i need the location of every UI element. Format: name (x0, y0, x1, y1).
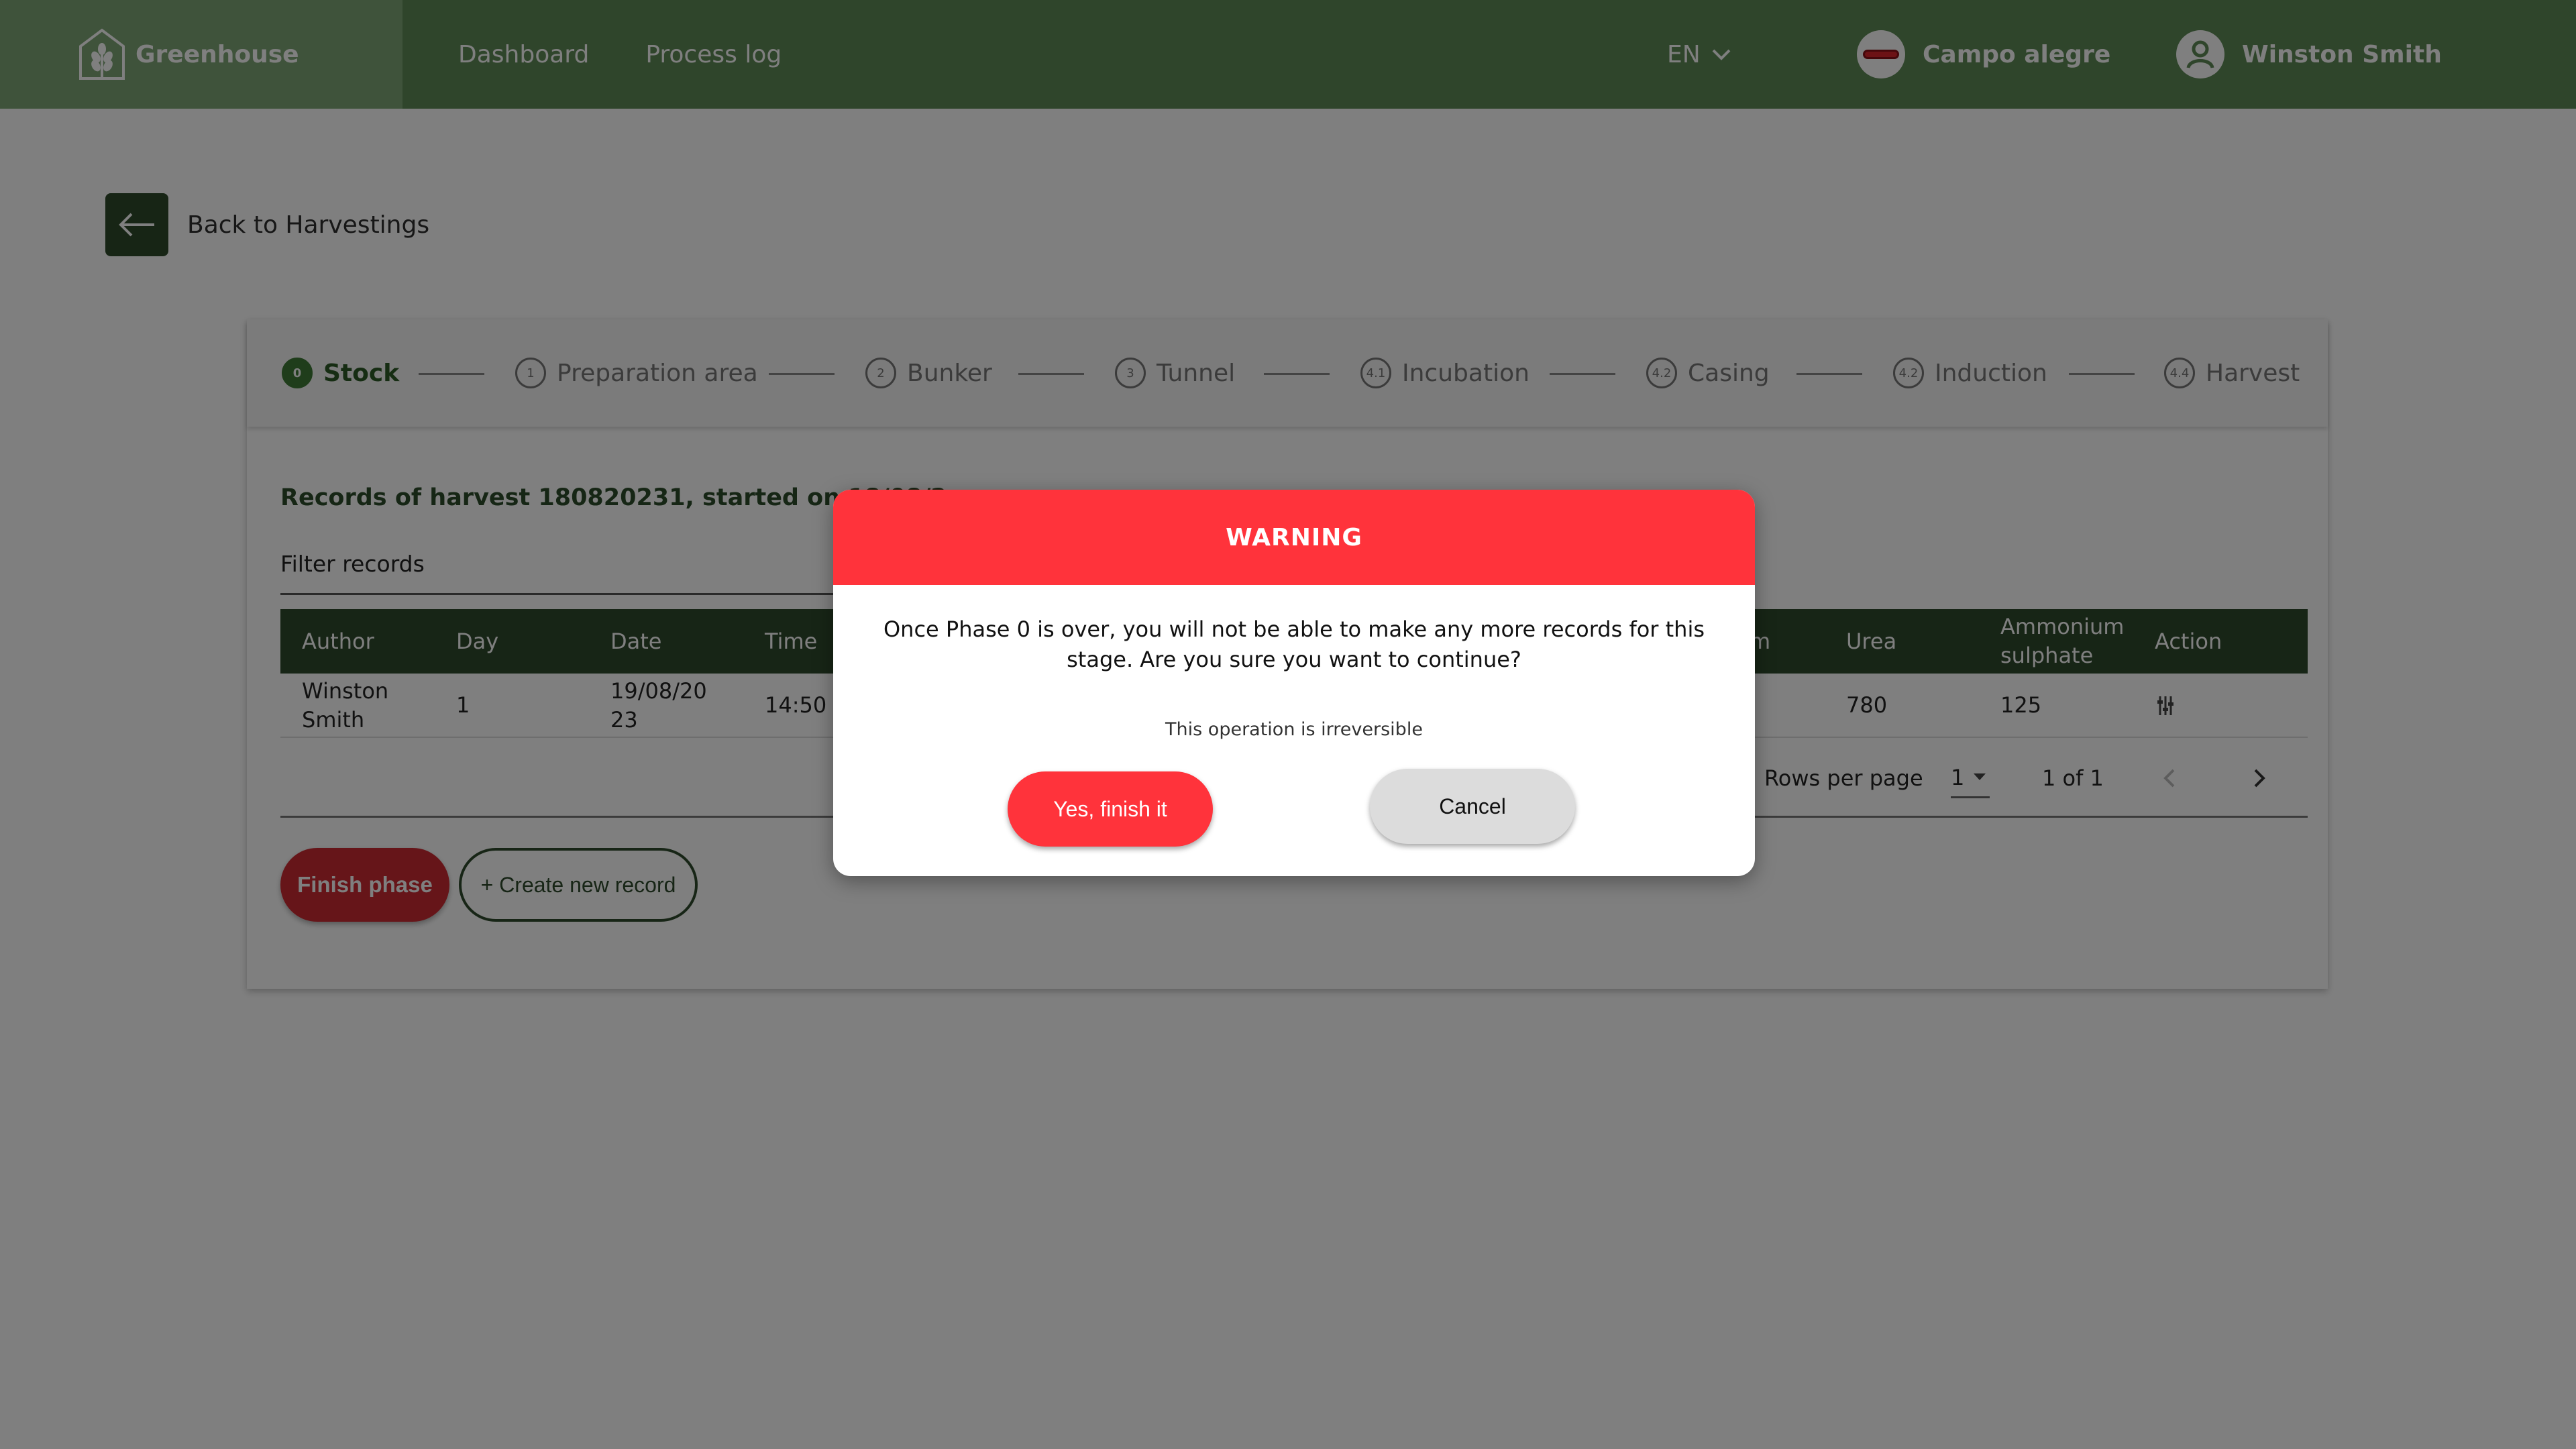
cancel-button[interactable]: Cancel (1370, 769, 1575, 844)
dialog-message: Once Phase 0 is over, you will not be ab… (883, 616, 1705, 672)
confirm-finish-button[interactable]: Yes, finish it (1008, 771, 1213, 847)
dialog-irreversible-note: This operation is irreversible (1165, 719, 1423, 740)
dialog-title: WARNING (833, 490, 1755, 585)
warning-dialog: WARNING Once Phase 0 is over, you will n… (833, 490, 1755, 876)
